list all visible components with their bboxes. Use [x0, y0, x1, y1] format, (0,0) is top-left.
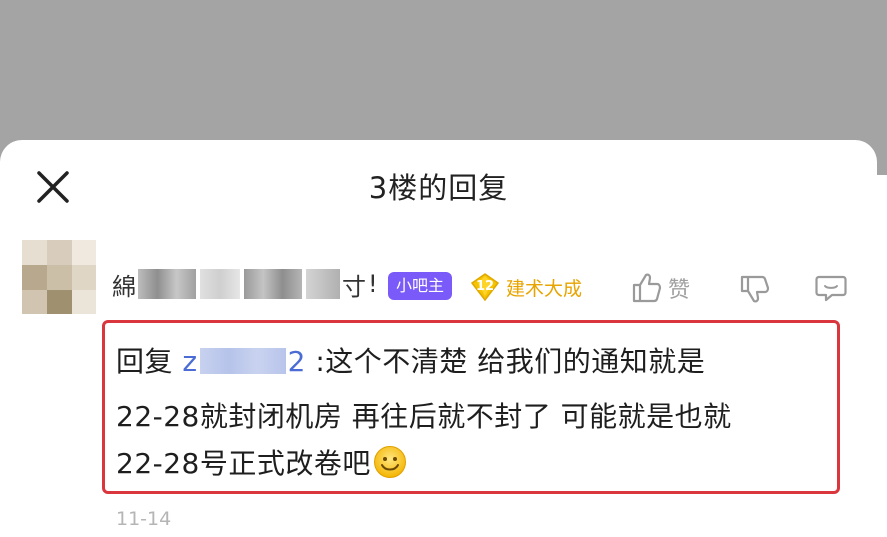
avatar[interactable]	[22, 240, 96, 314]
username-redacted	[138, 269, 196, 299]
smile-emoji-icon	[373, 446, 406, 478]
reply-line: 回复 z2 :这个不清楚 给我们的通知就是	[116, 340, 705, 380]
timestamp: 11-14	[116, 508, 172, 530]
page-title: 3楼的回复	[368, 171, 509, 205]
thumbs-up-icon	[632, 273, 662, 303]
username-suffix: !	[368, 270, 378, 298]
mention-end: 2	[287, 345, 306, 378]
mention-link[interactable]: z2	[182, 345, 306, 378]
reply-button[interactable]	[814, 270, 848, 306]
reply-prefix: 回复	[116, 345, 174, 378]
reply-line: 22-28就封闭机房 再往后就不封了 可能就是也就	[116, 395, 732, 435]
diamond-icon: 12	[470, 272, 500, 302]
username-last-char: 寸	[342, 272, 366, 301]
comment-icon	[815, 275, 847, 302]
reply-text: 22-28就封闭机房 再往后就不封了 可能就是也就	[116, 400, 732, 433]
like-label: 赞	[668, 278, 691, 303]
reply-text: :这个不清楚 给我们的通知就是	[315, 345, 706, 378]
username-redacted	[200, 269, 240, 299]
thumbs-down-icon	[740, 275, 770, 303]
reply-text: 22-28号正式改卷吧	[116, 447, 371, 480]
username-redacted	[306, 269, 340, 299]
username-redacted	[244, 269, 302, 299]
level-badge: 12 建术大成	[470, 270, 582, 304]
mention-redacted	[199, 348, 286, 374]
like-button[interactable]: 赞	[630, 270, 690, 306]
username-first-char: 綿	[112, 272, 136, 301]
level-number: 12	[475, 279, 495, 294]
level-name: 建术大成	[506, 277, 583, 300]
mention-start: z	[182, 345, 198, 378]
dislike-button[interactable]	[738, 270, 772, 306]
username[interactable]: 綿 寸 !	[112, 266, 378, 302]
reply-line: 22-28号正式改卷吧	[116, 442, 407, 482]
owner-badge: 小吧主	[388, 272, 453, 300]
